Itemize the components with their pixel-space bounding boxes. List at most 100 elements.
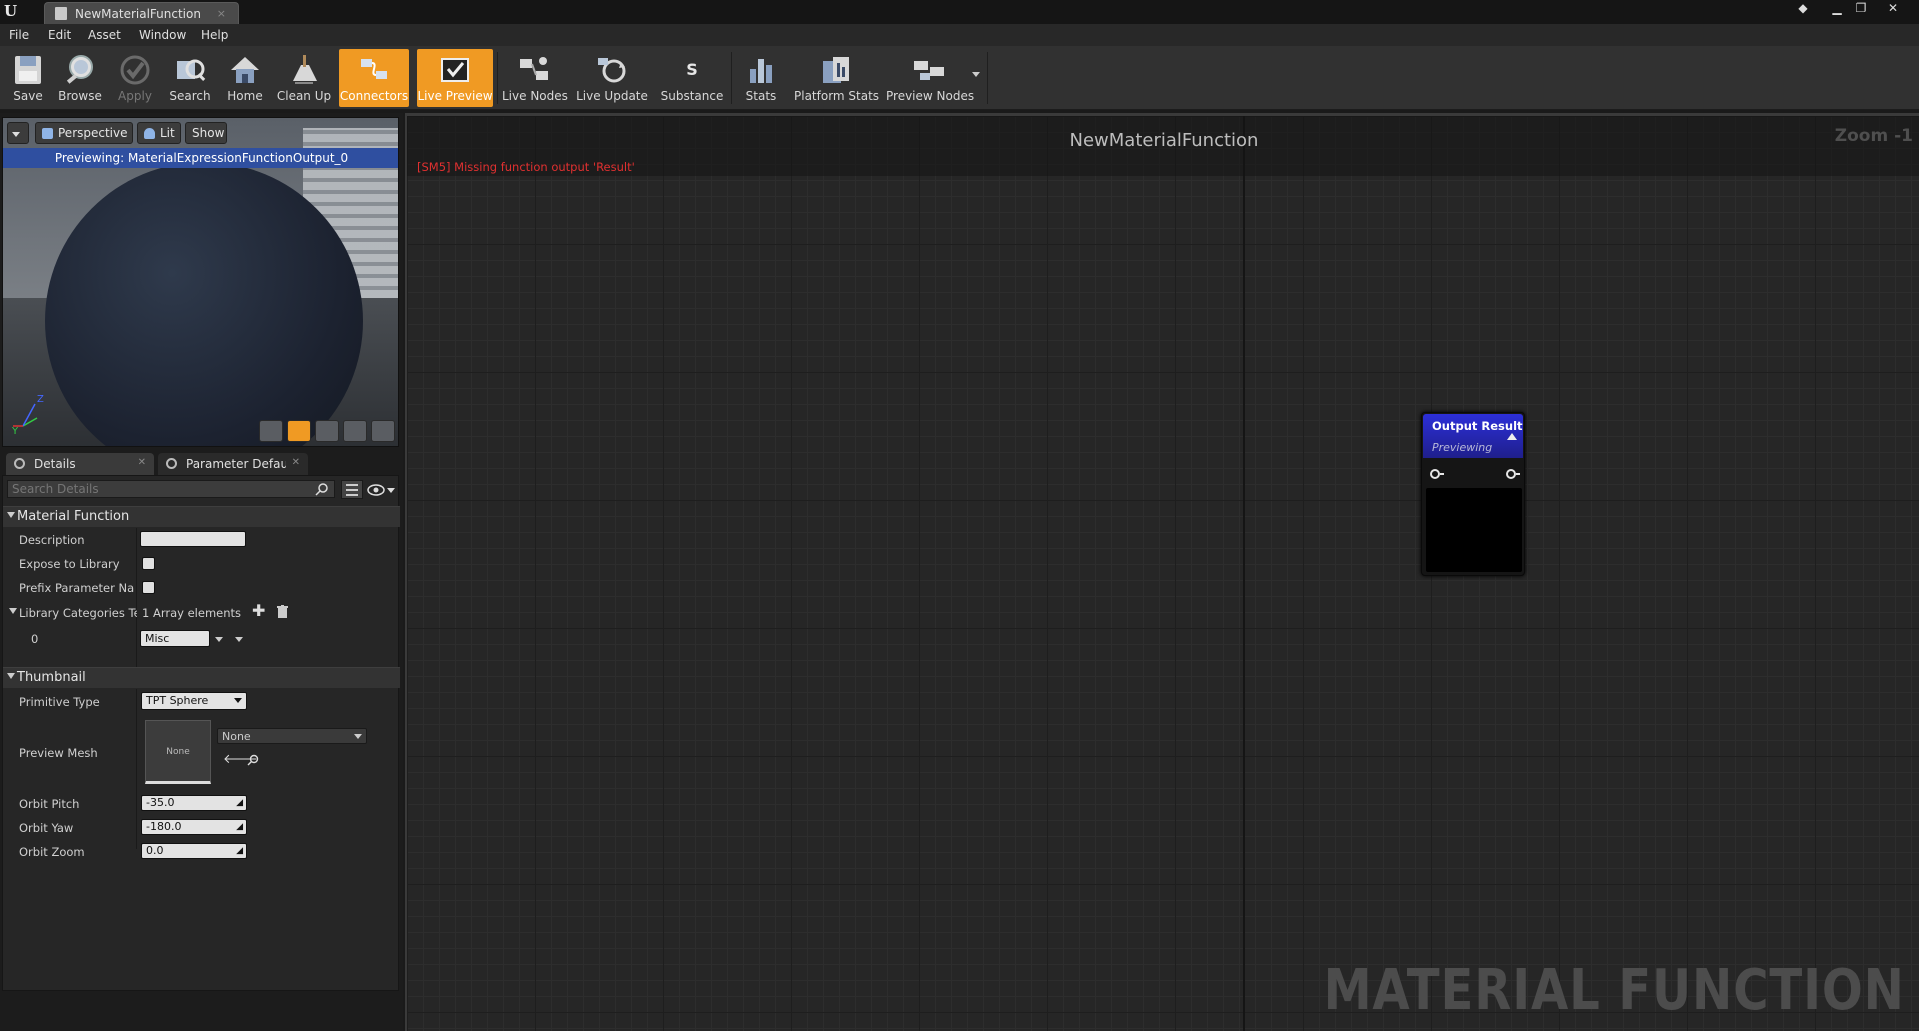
minimize-icon[interactable]: ▁ [1826, 1, 1848, 18]
document-tab[interactable]: NewMaterialFunction × [44, 2, 239, 24]
expand-array-icon[interactable] [9, 608, 17, 614]
tab-parameter-defaults-label: Parameter Defaults [186, 457, 286, 471]
category-label: Material Function [17, 509, 130, 524]
substance-button[interactable]: S Substance [659, 49, 725, 107]
apply-icon [120, 55, 150, 85]
toolbar: Save Browse Apply Search Home Clean Up C… [0, 46, 1919, 110]
property-column-divider[interactable] [136, 689, 137, 849]
visibility-options-button[interactable] [367, 482, 397, 498]
close-icon[interactable]: ✕ [1882, 1, 1904, 18]
notification-icon[interactable]: ◆ [1792, 1, 1814, 18]
tab-details[interactable]: Details ✕ [6, 453, 154, 475]
property-matrix-button[interactable] [341, 480, 363, 499]
library-categories-label: Library Categories Text [19, 606, 137, 620]
menu-window[interactable]: Window [139, 28, 186, 42]
category-material-function[interactable]: Material Function [3, 506, 400, 527]
axis-z-label: Z [37, 394, 44, 405]
platform-stats-button[interactable]: Platform Stats [794, 49, 880, 107]
live-preview-button[interactable]: Live Preview [417, 49, 493, 107]
array-element-index: 0 [31, 632, 39, 646]
save-label: Save [13, 89, 43, 103]
eye-icon [367, 484, 385, 496]
array-count-label: 1 Array elements [142, 606, 242, 620]
preview-viewport[interactable]: Perspective Lit Show Previewing: Materia… [2, 117, 399, 447]
library-category-field[interactable]: Misc [140, 630, 210, 647]
live-nodes-button[interactable]: Live Nodes [502, 49, 568, 107]
preview-sphere-icon[interactable] [287, 420, 311, 442]
node-header[interactable]: Output Result Previewing [1423, 414, 1523, 458]
preview-cylinder-icon[interactable] [259, 420, 283, 442]
tab-details-label: Details [34, 457, 76, 471]
browse-button[interactable]: Browse [56, 49, 104, 107]
expose-to-library-checkbox[interactable] [142, 557, 155, 570]
clean-up-button[interactable]: Clean Up [276, 49, 332, 107]
drag-handle-icon[interactable]: ◢ [236, 846, 243, 856]
close-tab-icon[interactable]: ✕ [292, 457, 300, 468]
material-graph-canvas[interactable]: NewMaterialFunction Zoom -1 [SM5] Missin… [405, 113, 1919, 1031]
stats-button[interactable]: Stats [738, 49, 784, 107]
viewport-options-dropdown[interactable] [7, 122, 29, 144]
input-pin-icon[interactable] [1430, 469, 1440, 479]
restore-icon[interactable]: ❐ [1850, 1, 1872, 18]
connectors-icon [361, 59, 387, 79]
element-options-chevron-icon[interactable] [215, 637, 223, 642]
drag-handle-icon[interactable]: ◢ [236, 822, 243, 832]
home-label: Home [227, 89, 263, 103]
trash-icon[interactable] [277, 605, 288, 618]
orbit-pitch-label: Orbit Pitch [19, 797, 80, 811]
save-icon [15, 56, 41, 84]
show-button[interactable]: Show [185, 122, 227, 144]
element-reset-chevron-icon[interactable] [235, 637, 243, 642]
node-preview-thumbnail [1426, 488, 1522, 572]
menu-help[interactable]: Help [201, 28, 228, 42]
tab-parameter-defaults[interactable]: Parameter Defaults ✕ [158, 453, 308, 475]
menu-edit[interactable]: Edit [48, 28, 71, 42]
description-field[interactable] [140, 531, 246, 547]
preview-mesh-dropdown[interactable]: None [217, 728, 367, 744]
toolbar-overflow-chevron-icon[interactable] [972, 72, 980, 77]
add-element-icon[interactable]: ✚ [252, 601, 265, 620]
preview-nodes-button[interactable]: Preview Nodes [886, 49, 974, 107]
prefix-parameter-names-checkbox[interactable] [142, 581, 155, 594]
orbit-yaw-field[interactable]: -180.0 ◢ [141, 819, 247, 835]
preview-cube-icon[interactable] [343, 420, 367, 442]
property-column-divider[interactable] [136, 528, 137, 668]
connectors-button[interactable]: Connectors [339, 49, 409, 107]
menu-asset[interactable]: Asset [88, 28, 121, 42]
preview-mesh-thumbnail[interactable]: None [145, 720, 211, 784]
close-tab-icon[interactable]: × [217, 7, 226, 20]
live-preview-label: Live Preview [417, 89, 493, 103]
output-result-node[interactable]: Output Result Previewing [1421, 412, 1525, 576]
apply-button[interactable]: Apply [112, 49, 158, 107]
prefix-parameter-names-label: Prefix Parameter Names [19, 581, 135, 595]
toolbar-separator [731, 52, 732, 104]
orbit-pitch-value: -35.0 [146, 796, 175, 809]
lit-button[interactable]: Lit [137, 122, 181, 144]
preview-banner: Previewing: MaterialExpressionFunctionOu… [3, 148, 398, 168]
chevron-down-icon [387, 488, 395, 493]
drag-handle-icon[interactable]: ◢ [236, 798, 243, 808]
orbit-zoom-field[interactable]: 0.0 ◢ [141, 843, 247, 859]
menu-file[interactable]: File [9, 28, 29, 42]
description-label: Description [19, 533, 85, 547]
orbit-pitch-field[interactable]: -35.0 ◢ [141, 795, 247, 811]
collapse-preview-icon[interactable] [1507, 433, 1517, 440]
search-details-input[interactable] [7, 480, 335, 498]
preview-mesh-icon[interactable] [371, 420, 395, 442]
perspective-button[interactable]: Perspective [35, 122, 133, 144]
save-button[interactable]: Save [6, 49, 50, 107]
live-update-button[interactable]: Live Update [576, 49, 648, 107]
output-pin-icon[interactable] [1506, 469, 1516, 479]
compile-error-message: [SM5] Missing function output 'Result' [417, 160, 635, 174]
primitive-type-dropdown[interactable]: TPT Sphere [141, 692, 247, 710]
platform-stats-label: Platform Stats [794, 89, 880, 103]
category-thumbnail[interactable]: Thumbnail [3, 667, 400, 688]
browse-asset-icon[interactable] [247, 754, 259, 766]
preview-nodes-icon [914, 61, 944, 80]
home-button[interactable]: Home [222, 49, 268, 107]
preview-plane-icon[interactable] [315, 420, 339, 442]
close-tab-icon[interactable]: ✕ [138, 457, 146, 468]
menu-bar: File Edit Asset Window Help [0, 24, 1919, 46]
search-button[interactable]: Search [166, 49, 214, 107]
preview-mesh-value: None [222, 730, 251, 743]
